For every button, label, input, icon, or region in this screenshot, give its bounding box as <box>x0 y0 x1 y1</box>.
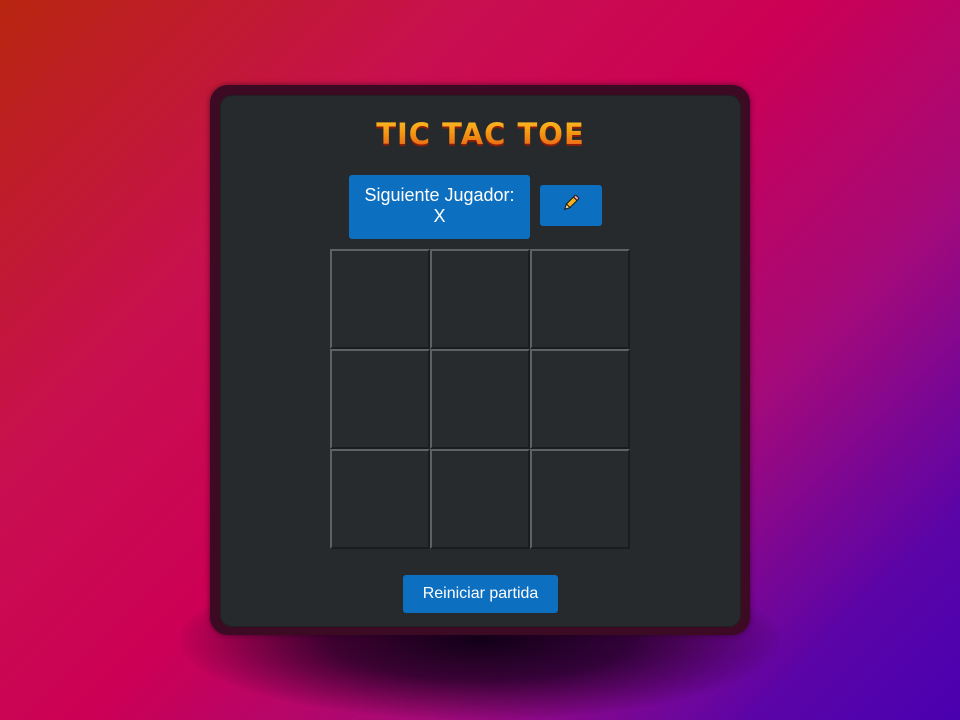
board-cell-6[interactable] <box>530 349 630 449</box>
board-cell-7[interactable] <box>330 449 430 549</box>
game-board <box>330 249 630 549</box>
reset-game-button[interactable]: Reiniciar partida <box>403 575 558 613</box>
pencil-icon <box>561 193 581 218</box>
board-cell-1[interactable] <box>330 249 430 349</box>
game-title: TIC TAC TOE <box>220 117 741 151</box>
board-cell-4[interactable] <box>330 349 430 449</box>
board-cell-5[interactable] <box>430 349 530 449</box>
game-panel: TIC TAC TOE Siguiente Jugador: X Reinici… <box>220 95 741 627</box>
edit-players-button[interactable] <box>540 185 602 226</box>
board-cell-9[interactable] <box>530 449 630 549</box>
board-cell-2[interactable] <box>430 249 530 349</box>
board-cell-3[interactable] <box>530 249 630 349</box>
board-cell-8[interactable] <box>430 449 530 549</box>
status-label: Siguiente Jugador: <box>364 185 515 205</box>
current-player: X <box>433 206 446 226</box>
next-player-status: Siguiente Jugador: X <box>349 175 530 239</box>
